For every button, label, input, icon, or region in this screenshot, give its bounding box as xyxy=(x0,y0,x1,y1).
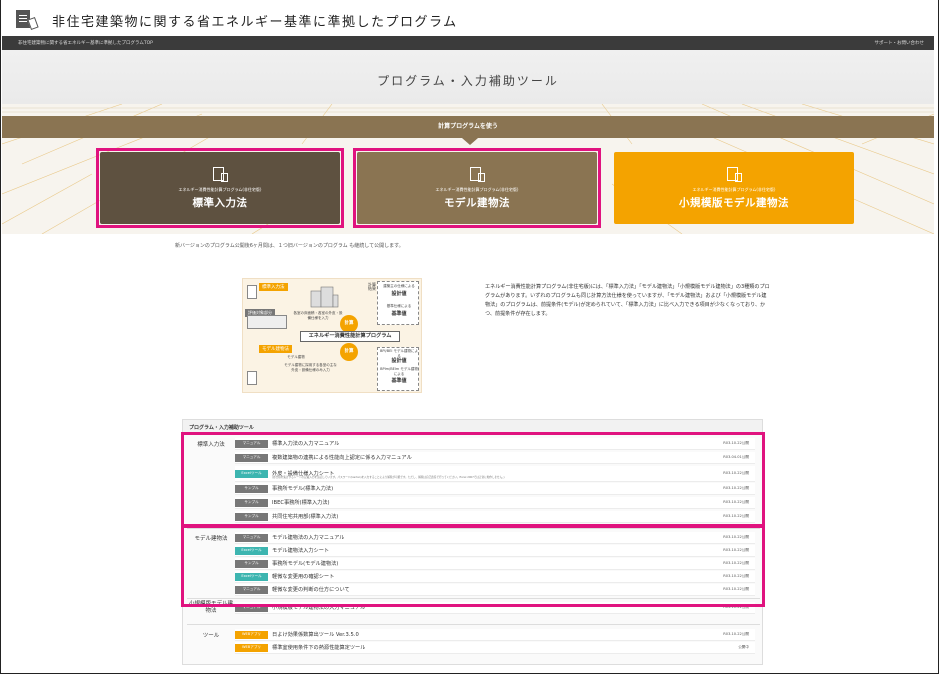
building-icon xyxy=(247,285,257,299)
publish-date: 公開中 xyxy=(738,645,749,649)
support-link[interactable]: サポート・お問い合わせ xyxy=(875,40,925,46)
result-std-caption: 基準仕様による xyxy=(386,304,412,308)
program-diagram: 標準入力法 評価対象部分 各室の床面積・各室の外皮・設備仕様を入力 計算 エネル… xyxy=(242,278,422,393)
bei-std-caption: BPIm/BEIm モデル建物による xyxy=(380,367,418,376)
floor-caption: 各室の床面積・各室の外皮・設備仕様を入力 xyxy=(293,311,343,320)
side-label: 計算結果 xyxy=(368,282,376,292)
calc-program-label: 計算プログラムを使う xyxy=(438,123,498,130)
site-header: 非住宅建築物に関する省エネルギー基準に準拠したプログラム xyxy=(2,6,932,34)
bei-design: 設計値 xyxy=(391,358,407,364)
buildings-icon xyxy=(310,286,339,308)
publish-date: R03.10.22公開 xyxy=(723,632,749,636)
site-title: 非住宅建築物に関する省エネルギー基準に準拠したプログラム xyxy=(52,14,458,30)
result-design-caption: 建築主の仕様による xyxy=(383,284,415,288)
floor-plan-icon xyxy=(247,315,287,329)
tool-group-label: ツール xyxy=(202,633,220,639)
building-icon xyxy=(247,371,257,385)
calc-circle: 計算 xyxy=(340,343,358,361)
model-caption: モデル建物に採用する各室の主な外皮・設備仕様のみ入力 xyxy=(284,363,337,372)
bei-std: 基準値 xyxy=(391,378,407,384)
highlight-frame xyxy=(181,432,765,528)
version-note: 新バージョンのプログラム公開後6ヶ月間は、１つ旧バージョンのプログラム も継続し… xyxy=(175,243,404,249)
tag-standard: 標準入力法 xyxy=(259,283,288,291)
tool-type-badge: WEBアプリ xyxy=(235,630,268,639)
highlight-frame xyxy=(181,524,765,607)
center-program-label: エネルギー消費性能計算プログラム xyxy=(300,331,400,342)
top-nav-bar: 非住宅建築物に関する省エネルギー基準に準拠したプログラムTOP サポート・お問い… xyxy=(2,36,934,50)
building-logo-icon xyxy=(16,10,39,31)
page-title: プログラム・入力補助ツール xyxy=(377,74,559,88)
breadcrumb[interactable]: 非住宅建築物に関する省エネルギー基準に準拠したプログラムTOP xyxy=(18,40,153,46)
tool-row[interactable]: WEBアプリ 日よけ効果係数算出ツール Ver.3.5.0 R03.10.22公開 xyxy=(235,629,755,641)
result-std: 基準値 xyxy=(391,311,407,317)
model-label: モデル建物 xyxy=(287,355,305,359)
program-hero: 計算プログラムを使う エネルギー消費性能計算プログラム(非住宅版) 標準入力法 … xyxy=(2,104,934,234)
small-model-building-card[interactable]: エネルギー消費性能計算プログラム(非住宅版) 小規模版モデル建物法 xyxy=(614,152,854,224)
highlight-frame xyxy=(96,148,344,228)
tool-type-badge: WEBアプリ xyxy=(235,643,268,652)
group-divider xyxy=(187,624,760,625)
tool-row[interactable]: WEBアプリ 標準室使用条件下の熱源性能算定ツール 公開中 xyxy=(235,642,755,654)
card-subtitle: エネルギー消費性能計算プログラム(非住宅版) xyxy=(692,186,776,192)
down-arrow-icon xyxy=(462,138,478,145)
card-title: 小規模版モデル建物法 xyxy=(679,196,789,209)
tool-link[interactable]: 日よけ効果係数算出ツール Ver.3.5.0 xyxy=(272,631,359,638)
program-description: エネルギー消費性能計算プログラム(非住宅版)には、「標準入力法」「モデル建物法」… xyxy=(485,284,770,317)
tag-model: モデル建物法 xyxy=(259,345,292,353)
tool-link[interactable]: 標準室使用条件下の熱源性能算定ツール xyxy=(272,644,365,651)
result-design: 設計値 xyxy=(391,291,407,297)
highlight-frame xyxy=(353,148,601,228)
building-icon xyxy=(727,166,742,182)
